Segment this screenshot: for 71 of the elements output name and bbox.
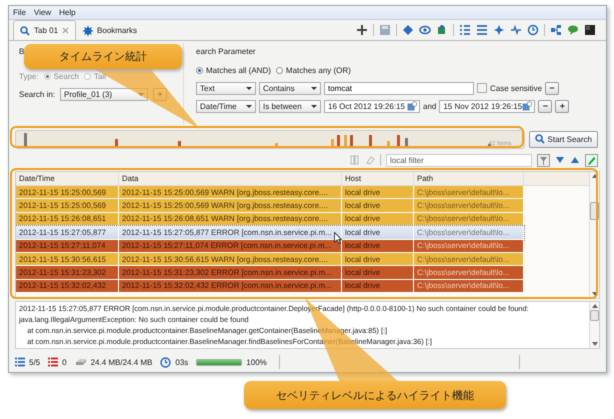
- checkbox-label: Case sensitive: [490, 84, 542, 92]
- radio-button[interactable]: [196, 66, 203, 74]
- group-title: earch Parameter: [196, 47, 256, 58]
- date-field[interactable]: 15 Nov 2012 19:26:15: [439, 100, 536, 112]
- date-field[interactable]: 16 Oct 2012 19:26:15: [324, 100, 420, 112]
- speech-bubble-icon[interactable]: [567, 24, 579, 36]
- filter-icon[interactable]: [537, 154, 550, 166]
- menu-item[interactable]: View: [34, 8, 52, 17]
- list-icon[interactable]: [459, 24, 471, 36]
- up-arrow-icon[interactable]: [592, 174, 598, 178]
- callout-label: セベリティレベルによるハイライト機能: [244, 381, 506, 409]
- down-arrow-icon[interactable]: [592, 292, 598, 296]
- network-icon[interactable]: [550, 24, 562, 36]
- progress-reading: 100%: [246, 358, 267, 366]
- menu-item[interactable]: File: [13, 8, 26, 17]
- entry-count: 5/5: [29, 358, 40, 366]
- operator-dropdown[interactable]: Is between: [259, 100, 321, 112]
- list-icon: [48, 357, 58, 367]
- radio-button[interactable]: [44, 72, 51, 80]
- clock-icon: [160, 356, 172, 368]
- down-arrow-icon[interactable]: [592, 342, 598, 346]
- list-icon: [15, 357, 25, 367]
- field-label: Search in:: [19, 90, 56, 98]
- down-arrow-icon[interactable]: [555, 156, 565, 164]
- scrollbar[interactable]: [589, 302, 599, 348]
- radio-label: Tail: [94, 72, 106, 80]
- diamond-icon[interactable]: [402, 24, 414, 36]
- search-icon: [534, 134, 545, 144]
- plus-icon[interactable]: [356, 24, 368, 36]
- group-title: B: [19, 47, 24, 58]
- radio-button[interactable]: [84, 72, 91, 80]
- operator-dropdown[interactable]: Contains: [259, 82, 321, 94]
- checkbox[interactable]: [477, 83, 487, 93]
- close-icon[interactable]: [62, 27, 70, 34]
- clock-icon[interactable]: [527, 24, 539, 36]
- calendar-icon[interactable]: [522, 101, 532, 111]
- lines-icon[interactable]: [476, 24, 488, 36]
- pointer-icon: [334, 232, 342, 244]
- field-dropdown[interactable]: Date/Time: [196, 100, 256, 112]
- pulse-icon[interactable]: [510, 24, 522, 36]
- radio-label: Search: [54, 72, 79, 80]
- radio-button[interactable]: [276, 66, 283, 74]
- up-arrow-icon[interactable]: [592, 304, 598, 308]
- start-search-button[interactable]: Start Search: [528, 130, 598, 148]
- scroll-thumb[interactable]: [590, 310, 599, 321]
- square-icon[interactable]: [584, 24, 596, 36]
- elapsed-time: 03s: [175, 358, 188, 366]
- gear-icon: [83, 26, 94, 36]
- add-button[interactable]: +: [555, 100, 570, 112]
- radio-label: Matches any (OR): [286, 66, 351, 74]
- remove-button[interactable]: −: [538, 100, 552, 112]
- filter-field[interactable]: local filter: [386, 154, 532, 166]
- callout-label: タイムライン統計: [24, 44, 182, 69]
- pen-icon[interactable]: [585, 154, 598, 166]
- radio-label: Matches all (AND): [206, 66, 271, 74]
- tab[interactable]: Bookmarks: [76, 20, 144, 40]
- field-label: Type:: [19, 72, 39, 80]
- menu-item[interactable]: Help: [59, 8, 76, 17]
- tab[interactable]: Tab 01: [13, 20, 76, 40]
- error-count: 0: [62, 358, 67, 366]
- disk-icon: [74, 357, 87, 367]
- search-icon: [20, 26, 30, 36]
- joiner-label: and: [423, 102, 436, 110]
- star-icon[interactable]: [493, 24, 505, 36]
- field-dropdown[interactable]: Text: [196, 82, 256, 94]
- value-field[interactable]: tomcat: [324, 82, 474, 94]
- eye-icon[interactable]: [419, 24, 431, 36]
- remove-button[interactable]: −: [545, 82, 560, 94]
- up-arrow-icon[interactable]: [570, 156, 580, 164]
- calendar-icon[interactable]: [407, 101, 417, 111]
- memory-usage: 24.4 MB/24.4 MB: [90, 358, 152, 366]
